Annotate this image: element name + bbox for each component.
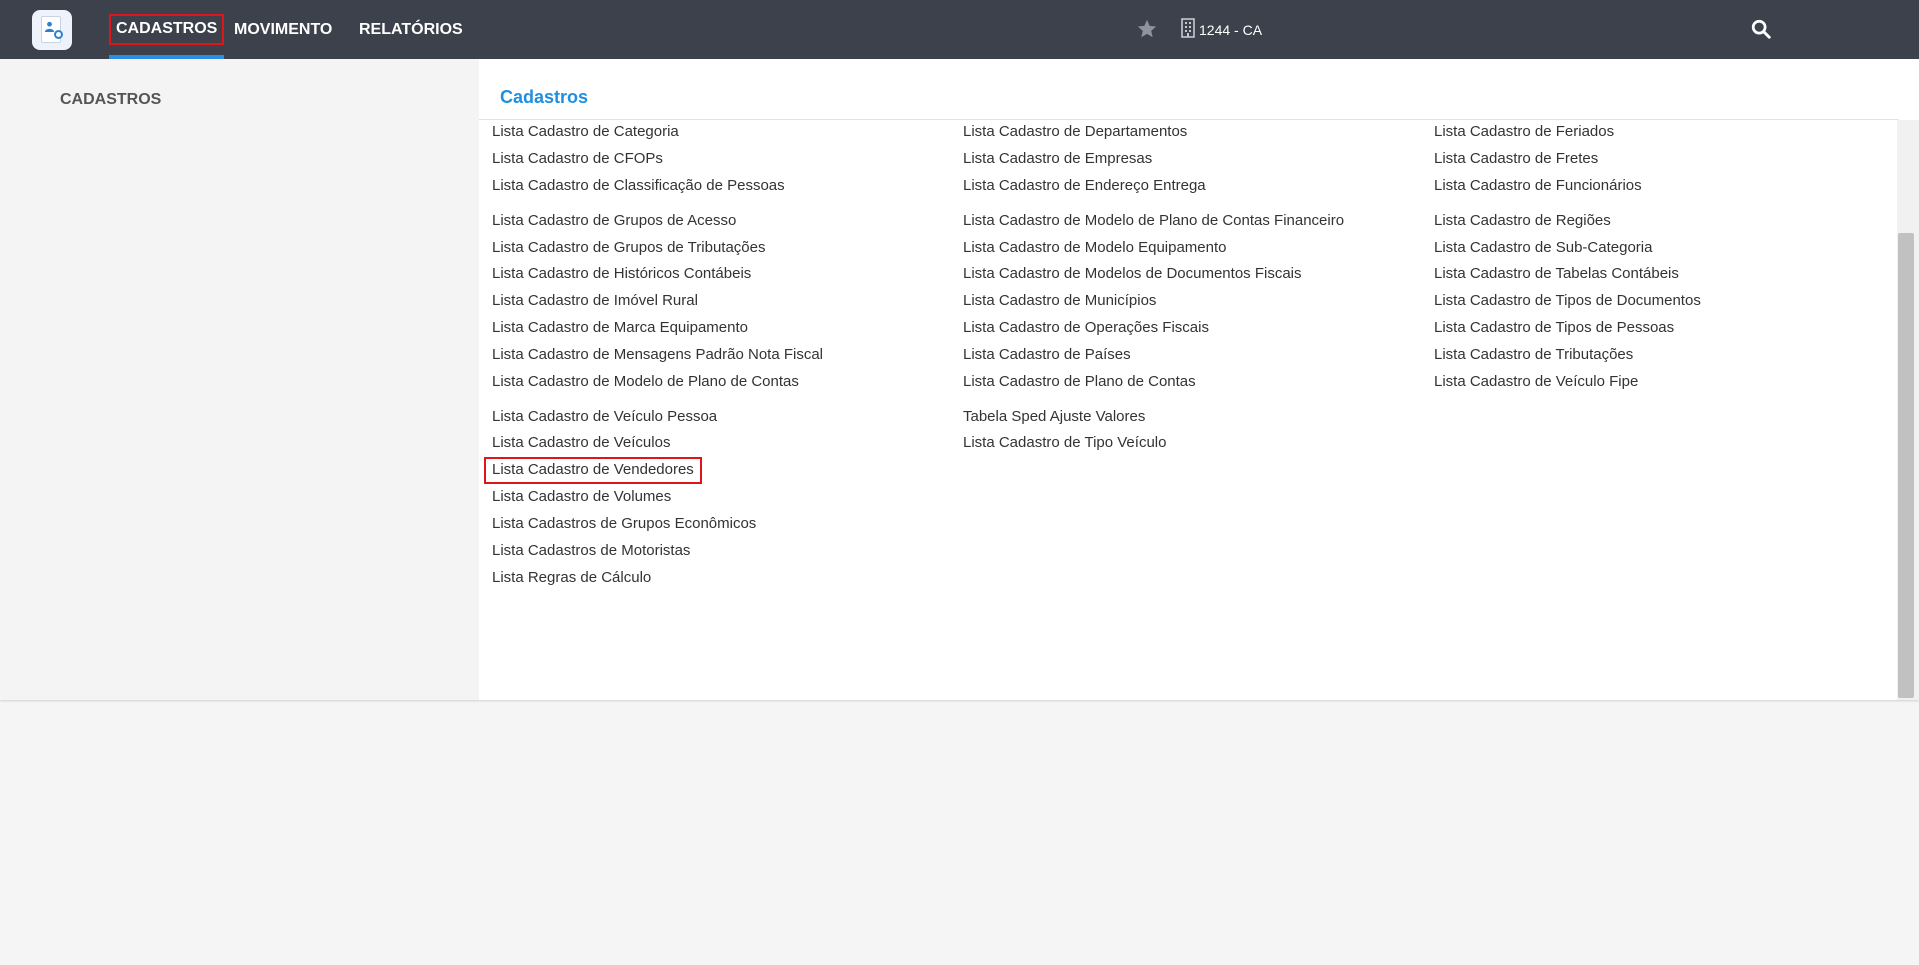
nav-cadastros[interactable]: CADASTROS xyxy=(109,0,225,59)
menu-item[interactable]: Lista Cadastro de Veículo Fipe xyxy=(1434,372,1638,392)
menu-scrollbar[interactable] xyxy=(1897,120,1919,700)
menu-item[interactable]: Lista Cadastro de Municípios xyxy=(963,291,1156,311)
menu-item[interactable]: Lista Cadastro de Históricos Contábeis xyxy=(492,264,751,284)
menu-item[interactable]: Lista Cadastro de Imóvel Rural xyxy=(492,291,698,311)
menu-item[interactable]: Lista Cadastro de Endereço Entrega xyxy=(963,176,1206,196)
menu-item[interactable]: Lista Cadastro de Modelo de Plano de Con… xyxy=(963,211,1344,231)
menu-item[interactable]: Lista Regras de Cálculo xyxy=(492,568,651,588)
menu-item[interactable]: Lista Cadastro de Grupos de Tributações xyxy=(492,238,766,258)
scrollbar-thumb[interactable] xyxy=(1898,233,1914,698)
menu-item[interactable]: Lista Cadastro de Vendedores xyxy=(484,457,702,484)
menu-sidebar-title[interactable]: CADASTROS xyxy=(60,91,161,109)
nav-cadastros-label: CADASTROS xyxy=(109,14,225,45)
app-logo-icon[interactable] xyxy=(32,10,72,50)
person-icon xyxy=(44,21,55,32)
menu-item[interactable]: Lista Cadastro de Empresas xyxy=(963,149,1152,169)
menu-item[interactable]: Lista Cadastro de Países xyxy=(963,345,1131,365)
menu-item[interactable]: Tabela Sped Ajuste Valores xyxy=(963,407,1145,427)
menu-item[interactable]: Lista Cadastro de Grupos de Acesso xyxy=(492,211,736,231)
menu-item[interactable]: Lista Cadastro de Tipo Veículo xyxy=(963,433,1166,453)
menu-item[interactable]: Lista Cadastro de Modelo Equipamento xyxy=(963,238,1227,258)
nav-relatorios[interactable]: RELATÓRIOS xyxy=(359,0,463,59)
menu-item[interactable]: Lista Cadastro de Veículo Pessoa xyxy=(492,407,717,427)
nav-movimento[interactable]: MOVIMENTO xyxy=(234,0,332,59)
menu-item[interactable]: Lista Cadastro de CFOPs xyxy=(492,149,663,169)
menu-item[interactable]: Lista Cadastro de Operações Fiscais xyxy=(963,318,1209,338)
section-divider xyxy=(479,119,1899,120)
menu-item[interactable]: Lista Cadastro de Funcionários xyxy=(1434,176,1642,196)
menu-item[interactable]: Lista Cadastro de Fretes xyxy=(1434,149,1598,169)
search-icon[interactable] xyxy=(1750,18,1772,40)
menu-item[interactable]: Lista Cadastros de Grupos Econômicos xyxy=(492,514,756,534)
menu-item[interactable]: Lista Cadastro de Volumes xyxy=(492,487,671,507)
menu-item[interactable]: Lista Cadastros de Motoristas xyxy=(492,541,690,561)
menu-item[interactable]: Lista Cadastro de Veículos xyxy=(492,433,670,453)
menu-sidebar: CADASTROS xyxy=(0,59,479,700)
menu-item[interactable]: Lista Cadastro de Sub-Categoria xyxy=(1434,238,1652,258)
menu-item[interactable]: Lista Cadastro de Regiões xyxy=(1434,211,1611,231)
section-title: Cadastros xyxy=(500,87,589,107)
nav-relatorios-label: RELATÓRIOS xyxy=(359,20,463,38)
mega-menu-panel: CADASTROS Cadastros Lista Cadastro de Ca… xyxy=(0,59,1919,700)
top-bar: CADASTROS MOVIMENTO RELATÓRIOS 1244 - CA xyxy=(0,0,1919,59)
menu-item[interactable]: Lista Cadastro de Marca Equipamento xyxy=(492,318,748,338)
menu-item[interactable]: Lista Cadastro de Tributações xyxy=(1434,345,1633,365)
menu-item[interactable]: Lista Cadastro de Tipos de Pessoas xyxy=(1434,318,1674,338)
badge-icon xyxy=(54,30,63,39)
menu-item[interactable]: Lista Cadastro de Modelos de Documentos … xyxy=(963,264,1302,284)
menu-item[interactable]: Lista Cadastro de Tipos de Documentos xyxy=(1434,291,1701,311)
menu-item[interactable]: Lista Cadastro de Categoria xyxy=(492,122,679,142)
nav-movimento-label: MOVIMENTO xyxy=(234,20,333,38)
menu-item[interactable]: Lista Cadastro de Plano de Contas xyxy=(963,372,1196,392)
menu-content: Cadastros Lista Cadastro de Categoria Lis… xyxy=(479,59,1919,700)
menu-item[interactable]: Lista Cadastro de Classificação de Pesso… xyxy=(492,176,785,196)
building-icon xyxy=(1181,18,1195,38)
star-icon[interactable] xyxy=(1136,18,1158,40)
menu-item[interactable]: Lista Cadastro de Mensagens Padrão Nota … xyxy=(492,345,823,365)
menu-item[interactable]: Lista Cadastro de Tabelas Contábeis xyxy=(1434,264,1679,284)
menu-item[interactable]: Lista Cadastro de Feriados xyxy=(1434,122,1614,142)
company-selector[interactable]: 1244 - CA xyxy=(1199,0,1262,59)
menu-item[interactable]: Lista Cadastro de Modelo de Plano de Con… xyxy=(492,372,799,392)
menu-item[interactable]: Lista Cadastro de Departamentos xyxy=(963,122,1187,142)
